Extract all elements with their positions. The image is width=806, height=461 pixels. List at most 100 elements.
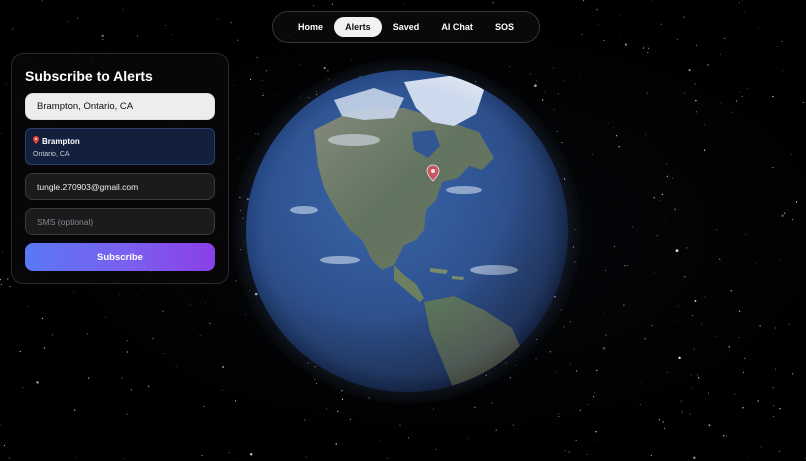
star	[313, 5, 315, 7]
star	[648, 47, 650, 49]
star	[126, 351, 128, 353]
nav-alerts[interactable]: Alerts	[334, 17, 382, 37]
star	[694, 300, 697, 302]
star	[661, 193, 663, 196]
star	[189, 303, 191, 305]
star	[726, 435, 728, 437]
star	[514, 428, 516, 430]
star	[162, 310, 164, 312]
star	[772, 95, 774, 98]
star	[491, 402, 493, 404]
star	[757, 400, 760, 402]
star	[300, 64, 302, 66]
suggestion-region: Ontario, CA	[33, 151, 70, 158]
star	[64, 343, 66, 344]
star	[651, 0, 653, 1]
star	[495, 429, 497, 431]
star	[734, 393, 736, 395]
star	[595, 431, 597, 433]
star	[176, 366, 178, 368]
star	[179, 309, 181, 311]
star	[581, 33, 583, 36]
star	[619, 34, 621, 36]
star	[468, 438, 470, 439]
star	[22, 387, 24, 388]
star	[27, 305, 29, 307]
star	[694, 83, 696, 85]
star	[111, 17, 113, 19]
star	[692, 314, 694, 316]
star	[386, 457, 388, 459]
nav-sos[interactable]: SOS	[484, 17, 525, 37]
star	[6, 277, 9, 280]
star	[325, 408, 327, 410]
star	[680, 400, 682, 402]
star	[649, 418, 650, 420]
star	[744, 357, 746, 359]
star	[0, 278, 1, 281]
star	[646, 92, 648, 94]
email-field[interactable]	[25, 173, 215, 200]
star	[608, 142, 609, 143]
star	[3, 2, 4, 4]
star	[618, 329, 619, 331]
star	[201, 455, 203, 456]
star	[720, 102, 723, 104]
star	[233, 458, 235, 459]
star	[619, 15, 621, 16]
star	[238, 158, 240, 160]
star	[741, 95, 743, 97]
star	[136, 35, 138, 37]
star	[605, 334, 607, 336]
star	[781, 70, 784, 72]
nav-saved[interactable]: Saved	[382, 17, 431, 37]
star	[586, 453, 588, 455]
star	[668, 178, 670, 180]
star	[8, 457, 10, 459]
star	[745, 234, 747, 235]
star	[779, 408, 781, 410]
nav-home[interactable]: Home	[287, 17, 334, 37]
star	[613, 126, 614, 128]
star	[171, 34, 172, 35]
star	[222, 366, 224, 368]
star	[666, 175, 668, 177]
sms-field[interactable]	[25, 208, 215, 235]
map-pin-icon	[33, 136, 39, 146]
star	[147, 385, 150, 387]
star	[759, 325, 761, 327]
star	[732, 112, 733, 113]
star	[36, 381, 39, 384]
star	[776, 45, 778, 47]
star	[552, 67, 555, 69]
star	[593, 396, 595, 398]
star	[407, 437, 410, 439]
star	[624, 265, 626, 267]
location-input[interactable]	[25, 93, 215, 120]
star	[350, 59, 352, 61]
star	[119, 293, 121, 295]
nav-ai-chat[interactable]: AI Chat	[430, 17, 484, 37]
subscribe-button[interactable]: Subscribe	[25, 243, 215, 271]
star	[349, 418, 351, 420]
star	[538, 451, 539, 453]
star	[41, 317, 44, 320]
star	[399, 424, 401, 426]
star	[774, 327, 777, 329]
star	[716, 229, 718, 231]
star	[73, 291, 75, 293]
location-suggestion[interactable]: Brampton Ontario, CA	[25, 128, 215, 165]
star	[209, 322, 211, 324]
star	[88, 377, 90, 378]
star	[492, 2, 494, 4]
star	[165, 25, 167, 26]
star	[199, 335, 201, 336]
star	[697, 65, 699, 67]
earth-globe[interactable]	[232, 58, 582, 404]
star	[579, 409, 581, 411]
star	[728, 346, 730, 348]
star	[704, 296, 706, 298]
star	[738, 336, 740, 339]
star	[1, 251, 3, 252]
star	[256, 56, 258, 58]
